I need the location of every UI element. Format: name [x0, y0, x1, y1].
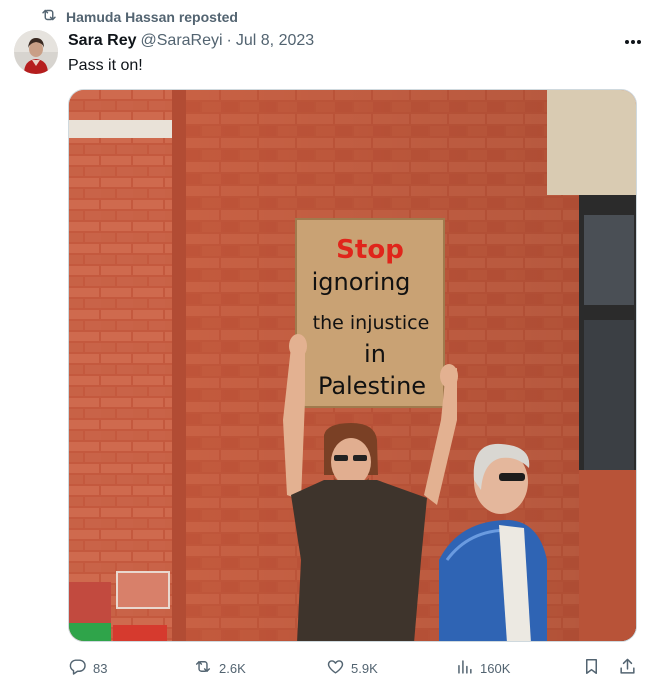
sign-line-4: in: [364, 340, 386, 368]
repost-button[interactable]: 2.6K: [193, 652, 246, 684]
sign-line-5: Palestine: [318, 372, 426, 400]
like-icon: [326, 657, 345, 679]
reply-count: 83: [93, 660, 108, 676]
like-count: 5.9K: [351, 660, 378, 676]
tweet-header: Sara Rey @SaraReyi · Jul 8, 2023: [68, 30, 314, 52]
repost-label: Hamuda Hassan reposted: [66, 9, 238, 25]
author-handle[interactable]: @SaraReyi: [141, 32, 223, 50]
sign-line-3: the injustice: [313, 312, 430, 334]
tweet-text: Pass it on!: [68, 57, 143, 74]
more-button[interactable]: [621, 30, 645, 52]
bookmark-icon: [582, 657, 601, 679]
avatar[interactable]: [14, 30, 58, 74]
author-name[interactable]: Sara Rey: [68, 32, 137, 50]
repost-count: 2.6K: [219, 660, 246, 676]
action-bar: 83 2.6K 5.9K 160K: [60, 652, 650, 684]
views-icon: [455, 657, 474, 679]
tweet-date[interactable]: Jul 8, 2023: [236, 32, 314, 50]
share-icon: [618, 657, 637, 679]
bookmark-button[interactable]: [582, 652, 601, 684]
tweet-media[interactable]: Stop ignoring the injustice in Palestine: [68, 89, 637, 642]
media-photo: Stop ignoring the injustice in Palestine: [69, 90, 636, 641]
sign-line-1: Stop: [336, 235, 404, 265]
separator: ·: [226, 32, 232, 49]
sign-line-2: ignoring: [312, 268, 411, 296]
views-button[interactable]: 160K: [455, 652, 510, 684]
reply-icon: [68, 657, 87, 679]
repost-icon: [193, 657, 213, 679]
reply-button[interactable]: 83: [68, 652, 107, 684]
more-icon: [624, 32, 642, 50]
share-button[interactable]: [618, 652, 637, 684]
like-button[interactable]: 5.9K: [326, 652, 378, 684]
repost-icon: [40, 6, 58, 29]
repost-context[interactable]: Hamuda Hassan reposted: [40, 6, 238, 28]
views-count: 160K: [480, 660, 511, 676]
